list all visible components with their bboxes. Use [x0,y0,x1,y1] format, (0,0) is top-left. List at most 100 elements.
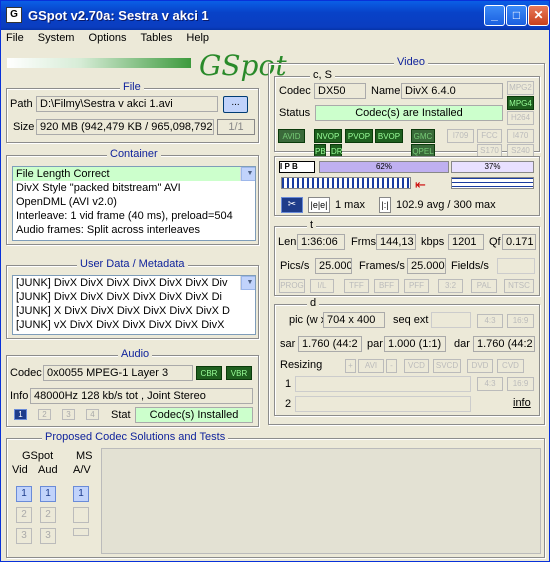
ntsc-indicator: NTSC [504,279,534,293]
frame-pattern-ruler [281,177,411,189]
list-item: Interleave: 1 vid frame (40 ms), preload… [16,210,233,222]
pff-indicator: PFF [404,279,429,293]
seqext-field [431,312,471,328]
tff-indicator: TFF [344,279,369,293]
pvop-indicator: PVOP [345,129,373,143]
qf-label: Qf [489,236,501,248]
file-group: File Path D:\Filmy\Sestra v akci 1.avi .… [6,81,259,143]
title-bar[interactable]: G GSpot v2.70a: Sestra v akci 1 _ □ ✕ [1,1,549,30]
video-codec-subgroup: c, S Codec DX50 Name DivX 6.4.0 MPG2 MPG… [274,69,540,158]
audio-codec-field: 0x0055 MPEG-1 Layer 3 [43,365,193,381]
aud-solution-2[interactable]: 2 [40,507,56,523]
minimize-button[interactable]: _ [484,5,505,26]
audio-stream-4[interactable]: 4 [86,409,99,420]
audio-stream-1[interactable]: 1 [14,409,27,420]
menu-help[interactable]: Help [181,30,215,44]
frame-type-subgroup: I P B 62% 37% ⇤ ✂ |e|e| 1 max |:| 102.9 … [274,156,540,216]
video-codec-label: Codec [279,85,311,97]
container-group: Container File Length Correct DivX Style… [6,148,259,245]
audio-stream-2[interactable]: 2 [38,409,51,420]
av-solution-1[interactable]: 1 [73,486,89,502]
proposed-group-title: Proposed Codec Solutions and Tests [42,431,229,443]
resize-vcd-button[interactable]: VCD [404,359,429,373]
menu-file[interactable]: File [1,30,30,44]
audio-stream-3[interactable]: 3 [62,409,75,420]
nvop-indicator: NVOP [314,129,342,143]
audio-codec-label: Codec [10,367,42,379]
bframes-max-label: 1 max [335,199,365,211]
vid-solution-3[interactable]: 3 [16,528,32,544]
resize-minus-button[interactable]: - [386,359,397,373]
container-scrollbar[interactable]: ▲▼ [240,167,255,181]
path-field[interactable]: D:\Filmy\Sestra v akci 1.avi [36,96,218,112]
userdata-list[interactable]: [JUNK] DivX DivX DivX DivX DivX DivX Div… [12,275,256,335]
avid-indicator: AVID [278,129,305,143]
p-frame-label: P [284,162,290,171]
userdata-scrollbar[interactable]: ▲▼ [240,276,255,290]
resize-dvd-button[interactable]: DVD [467,359,493,373]
fcc-indicator: FCC [477,129,502,143]
zoom-icon[interactable]: ✂ [281,197,303,213]
video-status-field: Codec(s) are Installed [315,105,503,121]
arrow-icon: ⇤ [415,177,426,192]
cbr-indicator: CBR [196,366,222,380]
frms-label: Frms [351,236,377,248]
dimensions-subgroup: d pic (w x h) 704 x 400 seq ext 4:3 16:9… [274,297,540,416]
list-item: [JUNK] X DivX DivX DivX DivX DivX DivX D [16,305,230,317]
sar-label: sar [280,338,296,350]
video-status-label: Status [279,107,311,119]
menu-system[interactable]: System [33,30,81,44]
b-frame-marker-icon: |e|e| [308,197,330,213]
len-field: 1:36:06 [297,234,345,250]
userdata-group-title: User Data / Metadata [77,258,188,270]
menu-options[interactable]: Options [84,30,133,44]
seqext-label: seq ext [393,314,429,326]
list-item: File Length Correct [13,167,255,181]
row1-43-indicator: 4:3 [477,377,503,391]
container-group-title: Container [107,148,161,160]
i-frame-label: I [280,162,283,171]
video-codec-field: DX50 [314,83,366,99]
pulldown-indicator: 3:2 [438,279,463,293]
list-item: [JUNK] DivX DivX DivX DivX DivX DivX Div [16,277,228,289]
kbps-label: kbps [421,236,445,248]
resizing-label: Resizing [280,359,323,371]
b-frame-percent-bar: 37% [451,161,534,173]
browse-button[interactable]: ... [223,96,248,113]
pic-field: 704 x 400 [323,312,385,328]
bvop-indicator: BVOP [375,129,403,143]
bitrate-graph [451,177,534,189]
resize-row2-label: 2 [285,398,292,410]
t-label: t [307,219,317,231]
scroll-down-icon[interactable]: ▼ [241,167,255,181]
vid-solution-2[interactable]: 2 [16,507,32,523]
vid-solution-1[interactable]: 1 [16,486,32,502]
list-item: OpenDML (AVI v2.0) [16,196,117,208]
resize-row1-label: 1 [285,378,292,390]
d-label: d [307,297,320,309]
menu-tables[interactable]: Tables [136,30,179,44]
aud-solution-3[interactable]: 3 [40,528,56,544]
container-list[interactable]: File Length Correct DivX Style "packed b… [12,166,256,241]
dar-label: dar [454,338,470,350]
list-item: Audio frames: Split across interleaves [16,224,201,236]
frames-label: Frames/s [359,260,405,272]
resize-plus-button[interactable]: + [345,359,356,373]
maximize-button[interactable]: □ [506,5,527,26]
av-solution-3[interactable] [73,528,89,536]
proposed-group: Proposed Codec Solutions and Tests GSpot… [6,431,545,558]
aud-solution-1[interactable]: 1 [40,486,56,502]
scroll-down-icon[interactable]: ▼ [241,276,255,290]
close-button[interactable]: ✕ [528,5,549,26]
resize-cvd-button[interactable]: CVD [497,359,524,373]
av-solution-2[interactable] [73,507,89,523]
resize-avi-button[interactable]: AVI [358,359,384,373]
resize-svcd-button[interactable]: SVCD [433,359,461,373]
path-label: Path [10,98,33,110]
size-field: 920 MB (942,479 KB / 965,098,792 [36,119,214,135]
vid-column-label: Vid [12,464,28,476]
file-group-title: File [120,81,144,93]
len-label: Len [278,236,297,248]
info-link[interactable]: info [513,397,531,409]
gspot-window: G GSpot v2.70a: Sestra v akci 1 _ □ ✕ Fi… [0,0,550,562]
